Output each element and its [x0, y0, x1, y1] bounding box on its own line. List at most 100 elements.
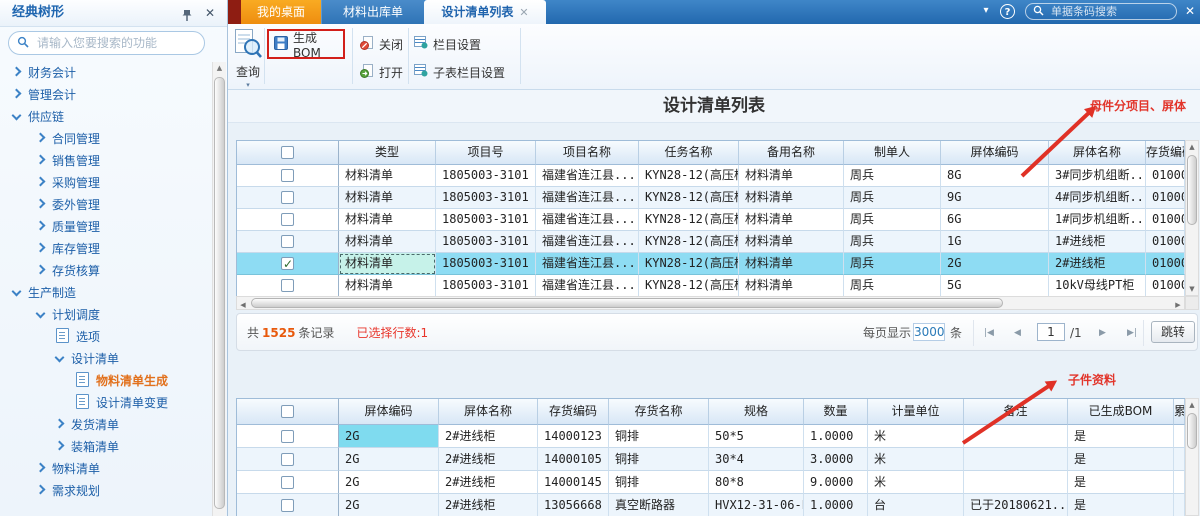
sidebar-item-production-manufacturing[interactable]: 生产制造	[0, 282, 213, 304]
tab-design-list[interactable]: 设计清单列表✕	[424, 0, 546, 24]
sidebar-item-contract-management[interactable]: 合同管理	[0, 128, 213, 150]
page-size-input[interactable]: 3000	[913, 323, 945, 341]
sidebar-item-design-list-change[interactable]: 设计清单变更	[0, 392, 213, 414]
jump-button[interactable]: 跳转	[1151, 321, 1195, 343]
table-row[interactable]: 2G 2#进线柜 14000145 铜排 80*8 9.0000 米 是	[237, 471, 1185, 494]
sidebar-item-material-list[interactable]: 物料清单	[0, 458, 213, 480]
column-header[interactable]: 规格	[709, 399, 804, 425]
parent-table-hscrollbar[interactable]: ◀ ▶	[236, 296, 1185, 310]
open-button[interactable]: 打开	[360, 62, 403, 82]
sidebar-scrollbar[interactable]: ▲	[212, 62, 226, 516]
sidebar-item-inventory-management[interactable]: 库存管理	[0, 238, 213, 260]
table-row[interactable]: 材料清单 1805003-3101 福建省连江县... KYN28-12(高压柜…	[237, 275, 1185, 297]
column-header[interactable]: 任务名称	[639, 141, 739, 165]
scrollbar-thumb[interactable]	[1187, 155, 1197, 225]
prev-page-button[interactable]: ◀	[1014, 323, 1021, 343]
column-header[interactable]: 累	[1174, 399, 1185, 425]
sidebar-item-purchase-management[interactable]: 采购管理	[0, 172, 213, 194]
row-checkbox[interactable]	[281, 169, 294, 182]
column-header[interactable]: 数量	[804, 399, 868, 425]
column-header[interactable]: 备用名称	[739, 141, 844, 165]
tab-close-icon[interactable]: ✕	[519, 6, 528, 19]
table-row[interactable]: 材料清单 1805003-3101 福建省连江县... KYN28-12(高压柜…	[237, 187, 1185, 209]
select-all-checkbox[interactable]	[281, 405, 294, 418]
row-checkbox[interactable]	[281, 453, 294, 466]
scrollbar-thumb[interactable]	[214, 77, 225, 509]
help-icon[interactable]: ?	[1000, 4, 1015, 19]
next-page-button[interactable]: ▶	[1099, 323, 1106, 343]
column-header[interactable]: 屏体名称	[1049, 141, 1146, 165]
scroll-up-icon[interactable]: ▲	[213, 62, 226, 74]
scroll-left-icon[interactable]: ◀	[237, 299, 249, 311]
table-row[interactable]: 材料清单 1805003-3101 福建省连江县... KYN28-12(高压柜…	[237, 231, 1185, 253]
sidebar-search-input[interactable]	[35, 35, 196, 51]
scroll-down-icon[interactable]: ▼	[1186, 283, 1198, 295]
barcode-search-input[interactable]	[1049, 4, 1198, 19]
close-button[interactable]: 关闭	[360, 34, 403, 54]
sidebar-item-financial-accounting[interactable]: 财务会计	[0, 62, 213, 84]
column-header[interactable]: 项目号	[436, 141, 536, 165]
barcode-search-box[interactable]	[1025, 3, 1177, 20]
row-checkbox[interactable]	[281, 430, 294, 443]
row-checkbox[interactable]	[281, 476, 294, 489]
generate-bom-button[interactable]: 生成BOM	[293, 29, 343, 60]
subtable-column-settings-button[interactable]: 子表栏目设置	[414, 62, 505, 82]
row-checkbox[interactable]	[281, 499, 294, 512]
sidebar-item-design-list[interactable]: 设计清单	[0, 348, 213, 370]
row-checkbox[interactable]	[281, 235, 294, 248]
scroll-up-icon[interactable]: ▲	[1186, 141, 1198, 153]
select-all-checkbox[interactable]	[281, 146, 294, 159]
scrollbar-thumb[interactable]	[251, 298, 1003, 308]
scrollbar-thumb[interactable]	[1187, 413, 1197, 449]
sidebar-item-inventory-accounting[interactable]: 存货核算	[0, 260, 213, 282]
scroll-right-icon[interactable]: ▶	[1172, 299, 1184, 311]
column-header[interactable]: 项目名称	[536, 141, 639, 165]
table-row[interactable]: 材料清单 1805003-3101 福建省连江县... KYN28-12(高压柜…	[237, 209, 1185, 231]
table-row[interactable]: 2G 2#进线柜 14000105 铜排 30*4 3.0000 米 是	[237, 448, 1185, 471]
column-header[interactable]: 计量单位	[868, 399, 964, 425]
table-row[interactable]: 材料清单 1805003-3101 福建省连江县... KYN28-12(高压柜…	[237, 165, 1185, 187]
last-page-button[interactable]: ▶|	[1127, 323, 1137, 343]
column-header[interactable]: 备注	[964, 399, 1068, 425]
sidebar-item-management-accounting[interactable]: 管理会计	[0, 84, 213, 106]
row-checkbox-checked[interactable]	[281, 257, 294, 270]
child-table-vscrollbar[interactable]: ▲	[1185, 398, 1199, 516]
column-header[interactable]: 制单人	[844, 141, 941, 165]
sidebar-item-outsourcing-management[interactable]: 委外管理	[0, 194, 213, 216]
pin-icon[interactable]	[181, 6, 193, 32]
parent-table-vscrollbar[interactable]: ▲ ▼	[1185, 140, 1199, 296]
column-header[interactable]: 存货编码	[1146, 141, 1185, 165]
column-header[interactable]: 屏体编码	[339, 399, 439, 425]
sidebar-item-material-list-generation[interactable]: 物料清单生成	[0, 370, 213, 392]
sidebar-item-packing-list[interactable]: 装箱清单	[0, 436, 213, 458]
column-settings-button[interactable]: 栏目设置	[414, 34, 481, 54]
sidebar-item-options[interactable]: 选项	[0, 326, 213, 348]
chevron-down-icon[interactable]: ▾	[978, 0, 994, 22]
sidebar-item-supply-chain[interactable]: 供应链	[0, 106, 213, 128]
tab-my-desktop[interactable]: 我的桌面	[241, 0, 321, 24]
column-header[interactable]: 存货编码	[538, 399, 609, 425]
sidebar-item-requirement-planning[interactable]: 需求规划	[0, 480, 213, 502]
sidebar-item-shipping-list[interactable]: 发货清单	[0, 414, 213, 436]
current-page-input[interactable]: 1	[1037, 323, 1065, 341]
row-checkbox[interactable]	[281, 191, 294, 204]
table-row[interactable]: 2G 2#进线柜 13056668 真空断路器 HVX12-31-06-E 1.…	[237, 494, 1185, 516]
sidebar-search-box[interactable]	[8, 31, 205, 55]
column-header[interactable]: 类型	[339, 141, 436, 165]
row-checkbox[interactable]	[281, 279, 294, 292]
first-page-button[interactable]: |◀	[984, 323, 994, 343]
sidebar-item-planning-scheduling[interactable]: 计划调度	[0, 304, 213, 326]
sidebar-item-quality-management[interactable]: 质量管理	[0, 216, 213, 238]
sidebar-item-sales-management[interactable]: 销售管理	[0, 150, 213, 172]
column-header[interactable]: 存货名称	[609, 399, 709, 425]
scroll-up-icon[interactable]: ▲	[1186, 399, 1198, 411]
tab-material-outbound[interactable]: 材料出库单	[321, 0, 424, 24]
close-icon[interactable]: ✕	[1182, 0, 1198, 22]
table-row[interactable]: 2G 2#进线柜 14000123 铜排 50*5 1.0000 米 是	[237, 425, 1185, 448]
sidebar-close-icon[interactable]: ✕	[205, 0, 215, 26]
query-button[interactable]: 查询 ▾	[231, 28, 265, 89]
row-checkbox[interactable]	[281, 213, 294, 226]
column-header[interactable]: 已生成BOM	[1068, 399, 1174, 425]
table-row-selected[interactable]: 材料清单 1805003-3101 福建省连江县... KYN28-12(高压柜…	[237, 253, 1185, 275]
column-header[interactable]: 屏体名称	[439, 399, 538, 425]
